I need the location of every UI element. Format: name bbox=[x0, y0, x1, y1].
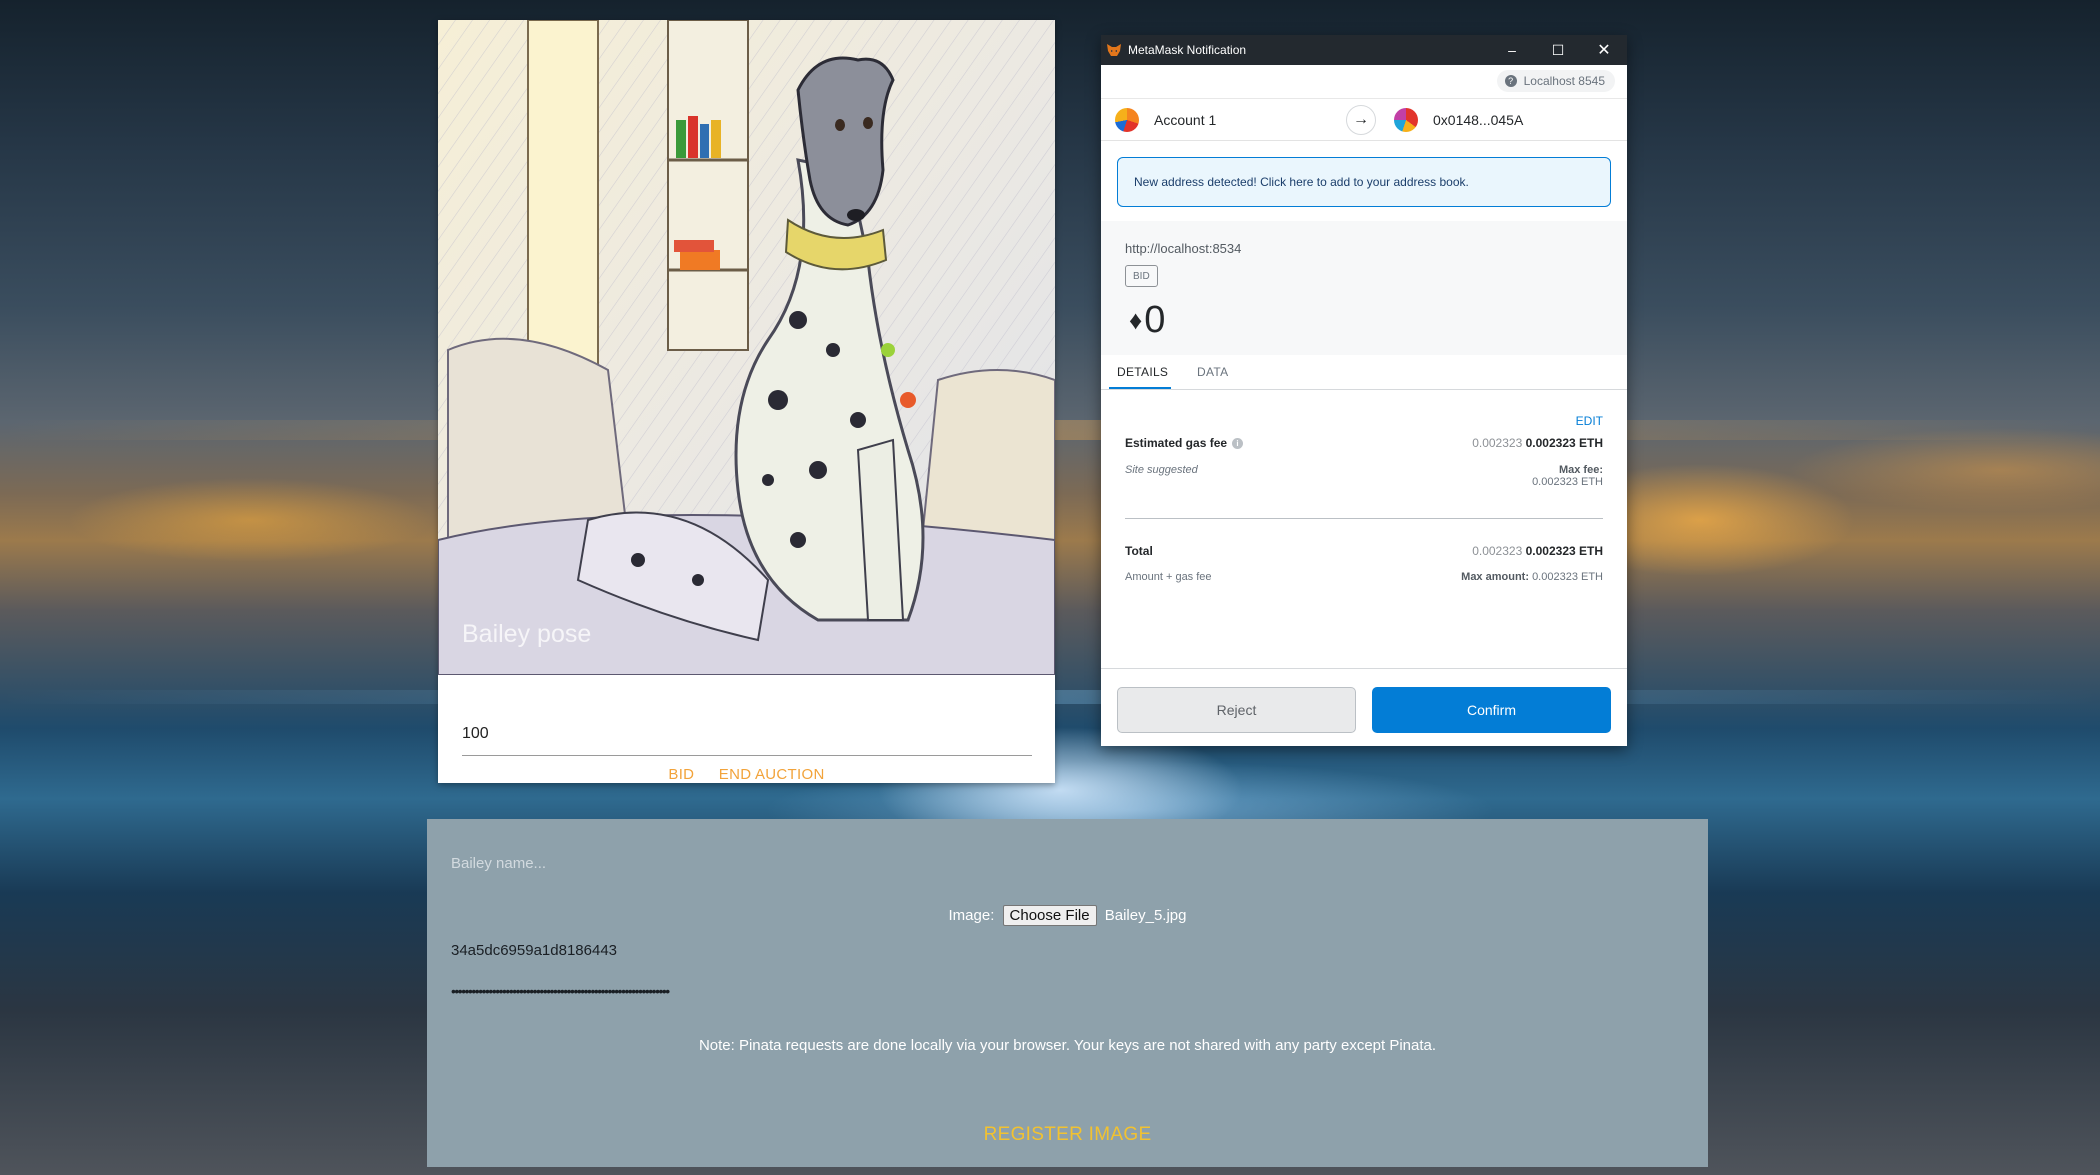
info-icon[interactable]: i bbox=[1232, 438, 1244, 449]
divider bbox=[1125, 518, 1603, 519]
site-origin: http://localhost:8534 bbox=[1125, 241, 1242, 256]
sender-recipient-row: Account 1 → 0x0148...045A bbox=[1101, 99, 1627, 141]
total-label: Total bbox=[1125, 544, 1153, 558]
pinata-secret-field[interactable]: ••••••••••••••••••••••••••••••••••••••••… bbox=[451, 983, 891, 999]
auction-image: Bailey pose bbox=[438, 20, 1055, 675]
amount-display: ♦ 0 bbox=[1129, 299, 1165, 342]
metamask-fox-icon bbox=[1107, 44, 1121, 56]
edit-gas-link[interactable]: EDIT bbox=[1576, 414, 1603, 428]
image-file-row: Image: Choose File Bailey_5.jpg bbox=[427, 905, 1708, 926]
choose-file-button[interactable]: Choose File bbox=[1002, 905, 1097, 926]
transaction-summary: http://localhost:8534 BID ♦ 0 bbox=[1101, 221, 1627, 355]
dog-artwork bbox=[438, 20, 1055, 675]
gas-fee-row: Estimated gas fee i bbox=[1125, 436, 1244, 450]
max-amount-label: Max amount: bbox=[1461, 571, 1529, 583]
name-input[interactable] bbox=[451, 849, 1051, 877]
gas-fee-values: 0.002323 0.002323 ETH bbox=[1472, 436, 1603, 450]
maximize-icon[interactable]: ☐ bbox=[1535, 35, 1581, 65]
new-address-notice[interactable]: New address detected! Click here to add … bbox=[1117, 157, 1611, 207]
max-amount-row: Max amount: 0.002323 ETH bbox=[1461, 571, 1603, 583]
max-amount-value: 0.002323 ETH bbox=[1532, 571, 1603, 583]
from-account-name[interactable]: Account 1 bbox=[1154, 112, 1216, 128]
minimize-icon[interactable]: – bbox=[1489, 35, 1535, 65]
total-values: 0.002323 0.002323 ETH bbox=[1472, 544, 1603, 558]
action-footer: Reject Confirm bbox=[1101, 668, 1627, 746]
gas-fee-label: Estimated gas fee bbox=[1125, 436, 1228, 450]
gas-fee-secondary: 0.002323 bbox=[1472, 436, 1523, 450]
auction-card: Bailey pose BID END AUCTION bbox=[438, 20, 1055, 783]
pinata-note: Note: Pinata requests are done locally v… bbox=[698, 1037, 1437, 1054]
max-fee-value: 0.002323 ETH bbox=[1532, 476, 1603, 488]
bid-amount-input[interactable] bbox=[462, 712, 1032, 756]
total-secondary: 0.002323 bbox=[1472, 544, 1523, 558]
metamask-window: MetaMask Notification – ☐ ✕ ? Localhost … bbox=[1101, 35, 1627, 746]
max-fee-block: Max fee: 0.002323 ETH bbox=[1483, 464, 1603, 488]
network-name: Localhost 8545 bbox=[1523, 74, 1605, 88]
pinata-api-key-field[interactable]: 34a5dc6959a1d8186443 bbox=[451, 942, 617, 959]
details-tabs: DETAILS DATA bbox=[1101, 355, 1627, 390]
total-sub-label: Amount + gas fee bbox=[1125, 571, 1212, 583]
bid-button[interactable]: BID bbox=[668, 766, 694, 783]
account-avatar bbox=[1115, 108, 1139, 132]
register-image-button[interactable]: REGISTER IMAGE bbox=[427, 1124, 1708, 1146]
close-icon[interactable]: ✕ bbox=[1581, 35, 1627, 65]
max-fee-label: Max fee: bbox=[1558, 464, 1603, 476]
method-badge: BID bbox=[1125, 265, 1158, 287]
gas-fee-primary: 0.002323 ETH bbox=[1525, 436, 1603, 450]
image-caption: Bailey pose bbox=[462, 620, 592, 648]
image-label: Image: bbox=[948, 907, 995, 924]
window-titlebar: MetaMask Notification – ☐ ✕ bbox=[1101, 35, 1627, 65]
ethereum-icon: ♦ bbox=[1129, 305, 1143, 335]
window-title: MetaMask Notification bbox=[1128, 43, 1247, 57]
reject-button[interactable]: Reject bbox=[1117, 687, 1356, 733]
amount-value: 0 bbox=[1144, 299, 1166, 341]
tab-details[interactable]: DETAILS bbox=[1117, 365, 1168, 379]
end-auction-button[interactable]: END AUCTION bbox=[719, 766, 825, 783]
to-address[interactable]: 0x0148...045A bbox=[1433, 112, 1523, 128]
recipient-avatar bbox=[1394, 108, 1418, 132]
network-selector[interactable]: ? Localhost 8545 bbox=[1496, 70, 1615, 92]
confirm-button[interactable]: Confirm bbox=[1372, 687, 1611, 733]
register-image-panel: Image: Choose File Bailey_5.jpg 34a5dc69… bbox=[427, 819, 1708, 1167]
site-suggested-label: Site suggested bbox=[1125, 464, 1198, 476]
help-icon: ? bbox=[1504, 75, 1517, 87]
card-actions: BID END AUCTION bbox=[438, 766, 1055, 784]
total-primary: 0.002323 ETH bbox=[1525, 544, 1603, 558]
tab-data[interactable]: DATA bbox=[1197, 365, 1228, 379]
arrow-right-icon: → bbox=[1346, 105, 1376, 135]
active-tab-indicator bbox=[1109, 387, 1171, 389]
selected-file-name: Bailey_5.jpg bbox=[1104, 907, 1187, 924]
network-row: ? Localhost 8545 bbox=[1101, 65, 1627, 99]
